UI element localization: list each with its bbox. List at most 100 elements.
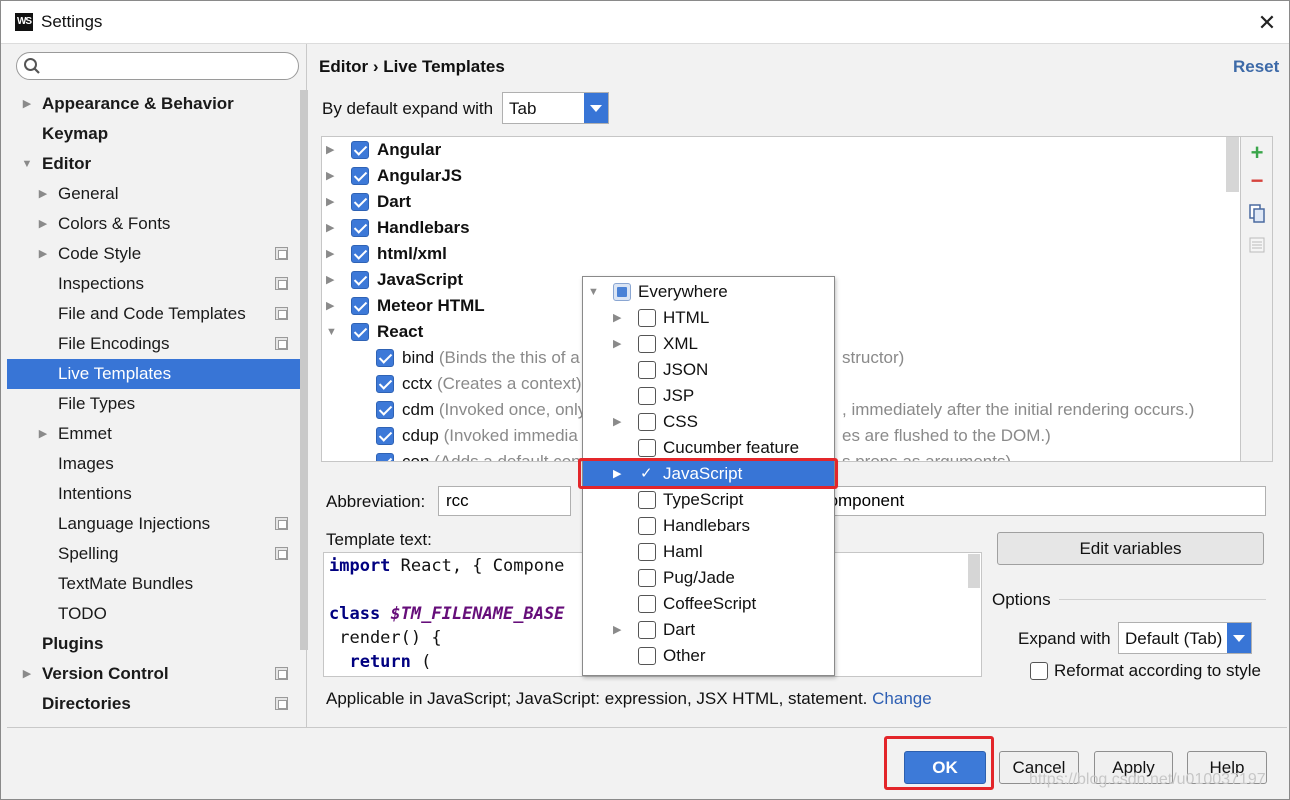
context-item[interactable]: TypeScript bbox=[583, 487, 834, 513]
sidebar-item[interactable]: TODO bbox=[7, 599, 300, 629]
group-checkbox[interactable] bbox=[351, 193, 369, 211]
sidebar-item[interactable]: File Types bbox=[7, 389, 300, 419]
chevron-right-icon[interactable]: ▶ bbox=[37, 179, 49, 209]
sidebar-item[interactable]: File Encodings bbox=[7, 329, 300, 359]
context-checkbox[interactable] bbox=[638, 361, 656, 379]
chevron-right-icon[interactable]: ▶ bbox=[326, 163, 334, 189]
context-item[interactable]: ▶ Dart bbox=[583, 617, 834, 643]
context-item[interactable]: ▶ XML bbox=[583, 331, 834, 357]
group-checkbox[interactable] bbox=[351, 297, 369, 315]
group-checkbox[interactable] bbox=[351, 323, 369, 341]
sidebar-item[interactable]: ▶ Colors & Fonts bbox=[7, 209, 300, 239]
chevron-down-icon[interactable]: ▼ bbox=[588, 279, 599, 305]
template-group-row[interactable]: ▶ Handlebars bbox=[322, 215, 1240, 241]
close-icon[interactable]: ✕ bbox=[1253, 9, 1281, 37]
sidebar-item[interactable]: ▶ Version Control bbox=[7, 659, 300, 689]
sidebar-item[interactable]: Images bbox=[7, 449, 300, 479]
context-item[interactable]: Haml bbox=[583, 539, 834, 565]
description-input[interactable] bbox=[761, 486, 1266, 516]
chevron-right-icon[interactable]: ▶ bbox=[37, 419, 49, 449]
context-item[interactable]: Pug/Jade bbox=[583, 565, 834, 591]
context-checkbox[interactable] bbox=[638, 335, 656, 353]
context-checkbox[interactable] bbox=[638, 491, 656, 509]
template-group-row[interactable]: ▶ AngularJS bbox=[322, 163, 1240, 189]
context-checkbox[interactable] bbox=[638, 387, 656, 405]
reformat-checkbox[interactable] bbox=[1030, 662, 1048, 680]
context-item[interactable]: Handlebars bbox=[583, 513, 834, 539]
context-checkbox[interactable] bbox=[638, 439, 656, 457]
chevron-right-icon[interactable]: ▶ bbox=[613, 409, 621, 435]
chevron-right-icon[interactable]: ▶ bbox=[613, 305, 621, 331]
context-checkbox[interactable] bbox=[638, 517, 656, 535]
add-icon[interactable]: + bbox=[1247, 142, 1267, 164]
sidebar-item[interactable]: Inspections bbox=[7, 269, 300, 299]
context-checkbox[interactable] bbox=[638, 543, 656, 561]
chevron-right-icon[interactable]: ▶ bbox=[21, 89, 33, 119]
code-scrollbar[interactable] bbox=[968, 554, 980, 588]
chevron-right-icon[interactable]: ▶ bbox=[326, 267, 334, 293]
context-item[interactable]: JSON bbox=[583, 357, 834, 383]
group-checkbox[interactable] bbox=[351, 141, 369, 159]
template-group-row[interactable]: ▶ Dart bbox=[322, 189, 1240, 215]
sidebar-item[interactable]: ▼ Editor bbox=[7, 149, 300, 179]
sidebar-item[interactable]: TextMate Bundles bbox=[7, 569, 300, 599]
remove-icon[interactable]: − bbox=[1247, 170, 1267, 192]
group-checkbox[interactable] bbox=[351, 167, 369, 185]
context-item[interactable]: ▶ CSS bbox=[583, 409, 834, 435]
default-expand-select[interactable]: Tab bbox=[502, 92, 609, 124]
group-checkbox[interactable] bbox=[351, 245, 369, 263]
templates-scrollbar[interactable] bbox=[1226, 137, 1239, 192]
sidebar-item[interactable]: Plugins bbox=[7, 629, 300, 659]
template-checkbox[interactable] bbox=[376, 349, 394, 367]
sidebar-item[interactable]: ▶ Emmet bbox=[7, 419, 300, 449]
group-checkbox[interactable] bbox=[351, 219, 369, 237]
sidebar-item[interactable]: Spelling bbox=[7, 539, 300, 569]
abbreviation-input[interactable] bbox=[438, 486, 571, 516]
context-checkbox[interactable] bbox=[638, 309, 656, 327]
sidebar-item[interactable]: Language Injections bbox=[7, 509, 300, 539]
context-item[interactable]: CoffeeScript bbox=[583, 591, 834, 617]
sidebar-item[interactable]: File and Code Templates bbox=[7, 299, 300, 329]
sidebar-item[interactable]: ▶ Appearance & Behavior bbox=[7, 89, 300, 119]
template-checkbox[interactable] bbox=[376, 453, 394, 461]
chevron-right-icon[interactable]: ▶ bbox=[613, 617, 621, 643]
context-item[interactable]: ▶ HTML bbox=[583, 305, 834, 331]
search-input[interactable] bbox=[16, 52, 299, 80]
chevron-right-icon[interactable]: ▶ bbox=[21, 659, 33, 689]
sidebar-item[interactable]: Keymap bbox=[7, 119, 300, 149]
chevron-right-icon[interactable]: ▶ bbox=[326, 241, 334, 267]
context-checkbox[interactable] bbox=[638, 595, 656, 613]
template-checkbox[interactable] bbox=[376, 401, 394, 419]
template-group-row[interactable]: ▶ html/xml bbox=[322, 241, 1240, 267]
context-checkbox[interactable] bbox=[638, 647, 656, 665]
template-checkbox[interactable] bbox=[376, 375, 394, 393]
chevron-right-icon[interactable]: ▶ bbox=[326, 137, 334, 163]
chevron-right-icon[interactable]: ▶ bbox=[326, 293, 334, 319]
chevron-right-icon[interactable]: ▶ bbox=[613, 331, 621, 357]
template-checkbox[interactable] bbox=[376, 427, 394, 445]
context-checkbox[interactable] bbox=[638, 621, 656, 639]
chevron-right-icon[interactable]: ▶ bbox=[37, 209, 49, 239]
sidebar-item[interactable]: Intentions bbox=[7, 479, 300, 509]
context-checkbox[interactable] bbox=[613, 283, 631, 301]
sidebar-item[interactable]: Directories bbox=[7, 689, 300, 719]
chevron-down-icon[interactable]: ▼ bbox=[326, 319, 337, 345]
context-checkbox[interactable] bbox=[638, 569, 656, 587]
list-icon[interactable] bbox=[1247, 235, 1267, 255]
edit-variables-button[interactable]: Edit variables bbox=[997, 532, 1264, 565]
group-checkbox[interactable] bbox=[351, 271, 369, 289]
sidebar-item[interactable]: Live Templates bbox=[7, 359, 300, 389]
context-checkbox[interactable] bbox=[638, 413, 656, 431]
sidebar-item[interactable]: ▶ General bbox=[7, 179, 300, 209]
context-item[interactable]: Other bbox=[583, 643, 834, 669]
copy-icon[interactable] bbox=[1247, 203, 1267, 223]
reset-link[interactable]: Reset bbox=[1233, 57, 1279, 77]
context-item[interactable]: ▼ Everywhere bbox=[583, 279, 834, 305]
expand-with-select[interactable]: Default (Tab) bbox=[1118, 622, 1252, 654]
change-context-link[interactable]: Change bbox=[872, 689, 932, 708]
chevron-right-icon[interactable]: ▶ bbox=[37, 239, 49, 269]
chevron-right-icon[interactable]: ▶ bbox=[326, 215, 334, 241]
context-item[interactable]: JSP bbox=[583, 383, 834, 409]
sidebar-scrollbar[interactable] bbox=[300, 90, 308, 650]
chevron-down-icon[interactable]: ▼ bbox=[21, 149, 33, 179]
